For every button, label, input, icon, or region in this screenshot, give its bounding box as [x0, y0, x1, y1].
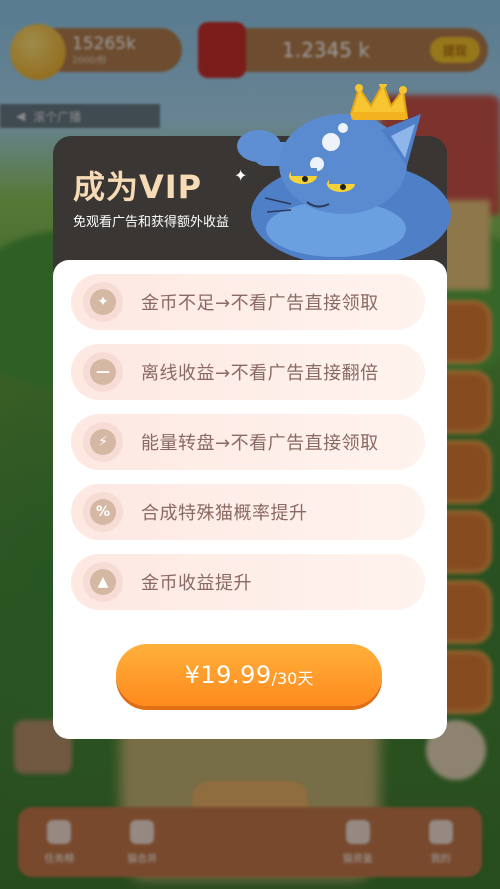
benefit-glyph: ⚡	[90, 429, 116, 455]
lightning-icon: ⚡	[83, 422, 123, 462]
price-period: /30天	[271, 669, 314, 688]
benefit-text: 合成特殊猫概率提升	[141, 503, 308, 524]
crowned-cat-mascot	[237, 84, 451, 266]
buy-vip-button[interactable]: ¥19.99 /30天	[116, 644, 382, 706]
vip-modal: 成为VIP 免观看广告和获得额外收益 ✦ ✦ 金币不足→不看广告直接领取 — 离…	[53, 84, 451, 739]
benefit-text: 能量转盘→不看广告直接领取	[141, 433, 379, 454]
benefit-text: 金币收益提升	[141, 573, 252, 594]
vip-subtitle: 免观看广告和获得额外收益	[73, 215, 230, 230]
coin-bag-icon: ✦	[83, 282, 123, 322]
benefit-text: 离线收益→不看广告直接翻倍	[141, 363, 379, 384]
benefit-item: — 离线收益→不看广告直接翻倍	[71, 344, 425, 400]
vip-title: 成为VIP	[73, 168, 203, 206]
benefit-item: ✦ 金币不足→不看广告直接领取	[71, 274, 425, 330]
minus-icon: —	[83, 352, 123, 392]
benefit-text: 金币不足→不看广告直接领取	[141, 293, 379, 314]
vip-benefits-panel: ✦ 金币不足→不看广告直接领取 — 离线收益→不看广告直接翻倍 ⚡ 能量转盘→不…	[53, 260, 447, 739]
benefit-glyph: ▲	[90, 569, 116, 595]
benefit-glyph: ✦	[90, 289, 116, 315]
percent-icon: %	[83, 492, 123, 532]
benefit-item: ▲ 金币收益提升	[71, 554, 425, 610]
benefit-glyph: %	[90, 499, 116, 525]
arrow-up-icon: ▲	[83, 562, 123, 602]
benefit-item: ⚡ 能量转盘→不看广告直接领取	[71, 414, 425, 470]
benefit-glyph: —	[90, 359, 116, 385]
benefit-item: % 合成特殊猫概率提升	[71, 484, 425, 540]
price-amount: ¥19.99	[184, 661, 272, 689]
